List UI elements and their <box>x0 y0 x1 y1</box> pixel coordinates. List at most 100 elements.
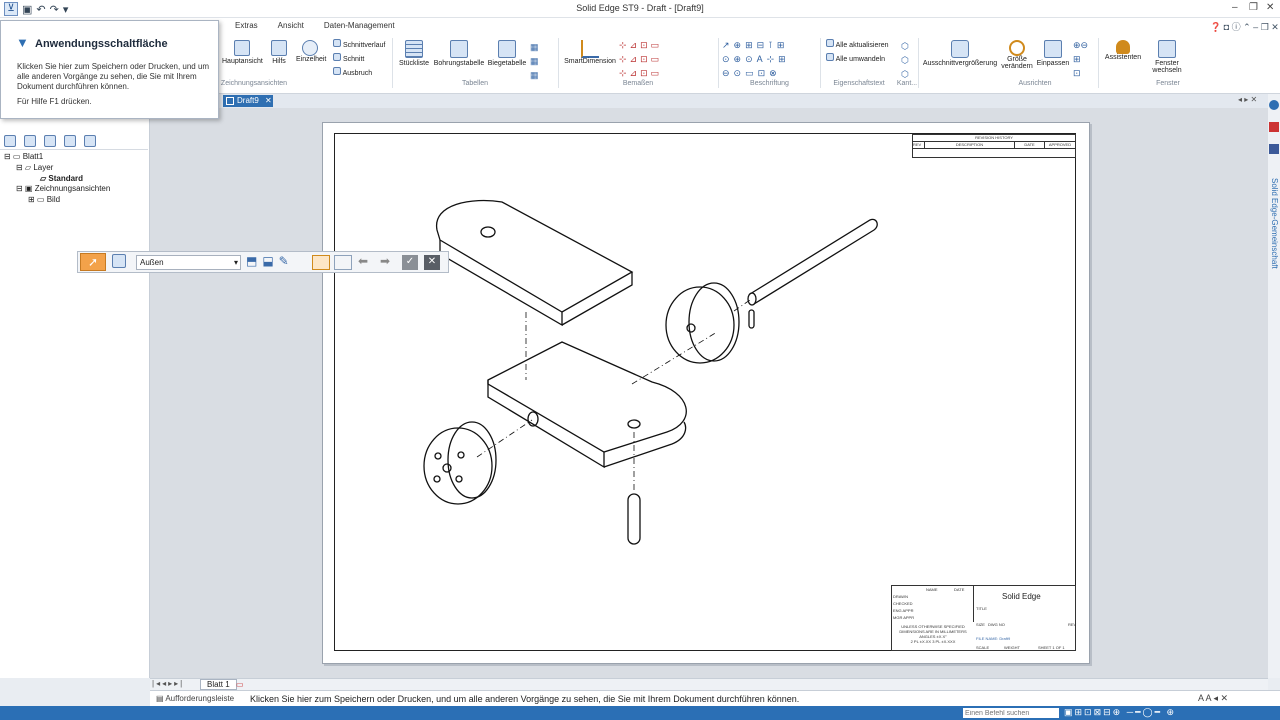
facebook-icon[interactable] <box>1269 144 1279 154</box>
tab-draft9-label: Draft9 <box>237 96 259 105</box>
lower-plate <box>487 341 687 453</box>
stueckliste-button[interactable]: Stückliste <box>398 40 430 67</box>
section-list: Schnittverlauf Schnitt Ausbruch <box>333 39 385 81</box>
schnitt-button[interactable]: Schnitt <box>333 53 385 67</box>
broken-out-icon <box>333 67 341 75</box>
tooltip-body: Klicken Sie hier zum Speichern oder Druc… <box>17 62 210 91</box>
right-wheel <box>665 286 735 364</box>
zone-select[interactable]: Außen ▾ <box>136 255 241 270</box>
new-sheet-icon[interactable]: ▭ <box>236 680 244 689</box>
left-wheel <box>423 427 493 505</box>
community-label[interactable]: Solid Edge-Gemeinschaft <box>1270 178 1279 269</box>
assistenten-button[interactable]: Assistenten <box>1102 40 1144 61</box>
hilfs-button[interactable]: Hilfs <box>267 40 291 65</box>
info-icon[interactable] <box>1269 100 1279 110</box>
group-label-bemassen: Bemaßen <box>622 80 654 87</box>
prompt-label[interactable]: ▤ Aufforderungsleiste <box>156 694 234 703</box>
cancel-icon[interactable]: ✕ <box>424 255 440 270</box>
prompt-text: Klicken Sie hier zum Speichern oder Druc… <box>250 694 800 704</box>
forward-arrow-icon[interactable]: ➡ <box>380 254 390 268</box>
separator <box>558 38 559 88</box>
close-button[interactable]: ✕ <box>1266 2 1274 13</box>
hauptansicht-button[interactable]: Hauptansicht <box>222 40 263 65</box>
group-label-beschriftung: Beschriftung <box>750 80 789 87</box>
alle-umwandeln-button[interactable]: Alle umwandeln <box>826 53 888 67</box>
select-tool-icon[interactable]: ➚ <box>80 253 106 271</box>
prompt-bar: ▤ Aufforderungsleiste Klicken Sie hier z… <box>150 690 1280 706</box>
tree-item-layer[interactable]: ⊟ ▱ Layer <box>16 163 53 172</box>
view-tools[interactable]: ⊕⊖ ⊞ ⊡ <box>1073 38 1088 80</box>
options-icon[interactable] <box>112 254 130 270</box>
document-tab-strip: ◂ ▸ ✕ <box>218 94 1268 108</box>
auxiliary-view-icon <box>271 40 287 56</box>
command-tools[interactable]: ⬒⬓✎ <box>246 254 294 268</box>
tab-close-icon[interactable]: ✕ <box>265 96 272 105</box>
pane-tool-icon[interactable] <box>44 134 56 147</box>
convert-all-icon <box>826 53 834 61</box>
parts-list-icon <box>405 40 423 58</box>
biegetabelle-button[interactable]: Biegetabelle <box>487 40 527 67</box>
sheet-tab-blatt1[interactable]: Blatt 1 <box>200 679 237 690</box>
tree-item-bild[interactable]: ⊞ ▭ Bild <box>28 195 60 204</box>
bend-table-icon <box>498 40 516 58</box>
ausschnittvergroesserung-button[interactable]: Ausschnittvergrößerung <box>922 40 998 67</box>
accept-icon[interactable]: ✓ <box>402 255 418 270</box>
groesse-veraendern-button[interactable]: Größe verändern <box>998 40 1036 70</box>
detail-view-icon <box>302 40 318 56</box>
restore-button[interactable]: ❐ <box>1249 2 1258 13</box>
cutting-plane-icon <box>333 39 341 47</box>
window-title: Solid Edge ST9 - Draft - [Draft9] <box>576 3 704 13</box>
isometric-drawing[interactable] <box>322 122 1090 664</box>
rectangle-icon[interactable] <box>312 255 330 270</box>
tab-scroll-icons[interactable]: ◂ ▸ ✕ <box>1238 95 1257 104</box>
zoom-area-icon <box>951 40 969 58</box>
update-all-icon <box>826 39 834 47</box>
pathfinder-pane: ⊟ ▭ Blatt1 ⊟ ▱ Layer ▱ Standard ⊟ ▣ Zeic… <box>0 108 150 678</box>
section-icon <box>333 53 341 61</box>
tree-item-standard[interactable]: ▱ Standard <box>40 174 83 183</box>
tab-extras[interactable]: Extras <box>235 21 258 35</box>
separator <box>392 38 393 88</box>
status-icons[interactable]: ▣⊞⊡⊠⊟⊕ ─━◯━ ⊕ <box>1064 707 1176 718</box>
pane-tool-icon[interactable] <box>64 134 76 147</box>
table-small-icons[interactable]: ▦ ▦ ▦ <box>530 40 539 82</box>
ausbruch-button[interactable]: Ausbruch <box>333 67 385 81</box>
property-text-list: Alle aktualisieren Alle umwandeln <box>826 39 888 67</box>
pane-tool-icon[interactable] <box>84 134 96 147</box>
tab-ansicht[interactable]: Ansicht <box>278 21 304 35</box>
tree-item-blatt1[interactable]: ⊟ ▭ Blatt1 <box>4 152 43 161</box>
pane-tool-icon[interactable] <box>24 134 36 147</box>
smartdimension-button[interactable]: SmartDimension <box>564 40 616 65</box>
group-label-tabellen: Tabellen <box>461 80 489 87</box>
alle-aktualisieren-button[interactable]: Alle aktualisieren <box>826 39 888 53</box>
command-search-input[interactable] <box>963 708 1059 718</box>
annotation-tools-grid[interactable]: ↗⊕⊞⊟⊺⊞ ⊙⊕⊙A⊹⊞ ⊖⊙▭⊡⊗ <box>722 38 817 80</box>
separator <box>820 38 821 88</box>
bohrungstabelle-button[interactable]: Bohrungstabelle <box>433 40 485 67</box>
switch-window-icon <box>1158 40 1176 58</box>
tab-daten-management[interactable]: Daten-Management <box>324 21 395 35</box>
edge-tools[interactable]: ⬡ ⬡ ⬡ <box>901 39 909 81</box>
command-bar: ➚ Außen ▾ ⬒⬓✎ ⬅ ➡ ✓ ✕ <box>77 251 449 273</box>
chevron-down-icon: ▾ <box>233 258 238 267</box>
fenster-wechseln-button[interactable]: Fenster wechseln <box>1146 40 1188 74</box>
back-arrow-icon[interactable]: ⬅ <box>358 254 368 268</box>
pane-tool-icon[interactable] <box>4 134 16 147</box>
group-label-ausrichten: Ausrichten <box>1018 80 1052 87</box>
right-wheel-hub <box>686 323 696 333</box>
polygon-icon[interactable] <box>334 255 352 270</box>
einzelheit-button[interactable]: Einzelheit <box>296 40 326 63</box>
help-icons[interactable]: ❓ ◘ ⓘ ⌃ – ❐ ✕ <box>1210 20 1279 33</box>
minimize-button[interactable]: – <box>1232 2 1238 13</box>
youtube-icon[interactable] <box>1269 122 1279 132</box>
tooltip-footer: Für Hilfe F1 drücken. <box>17 97 92 106</box>
dimension-tools-grid[interactable]: ⊹⊿⊡▭ ⊹⊿⊡▭ ⊹⊿⊡▭ <box>619 38 681 80</box>
einpassen-button[interactable]: Einpassen <box>1036 40 1070 67</box>
axle <box>749 218 878 305</box>
schnittverlauf-button[interactable]: Schnittverlauf <box>333 39 385 53</box>
prompt-controls[interactable]: A A ◂ ✕ <box>1198 693 1228 704</box>
tab-draft9[interactable]: Draft9 ✕ <box>223 95 273 107</box>
status-bar: ▣⊞⊡⊠⊟⊕ ─━◯━ ⊕ <box>0 706 1280 720</box>
tree-item-zeichnungsansichten[interactable]: ⊟ ▣ Zeichnungsansichten <box>16 184 110 193</box>
sheet-nav-icons[interactable]: |◂◂▸▸| <box>152 679 184 688</box>
